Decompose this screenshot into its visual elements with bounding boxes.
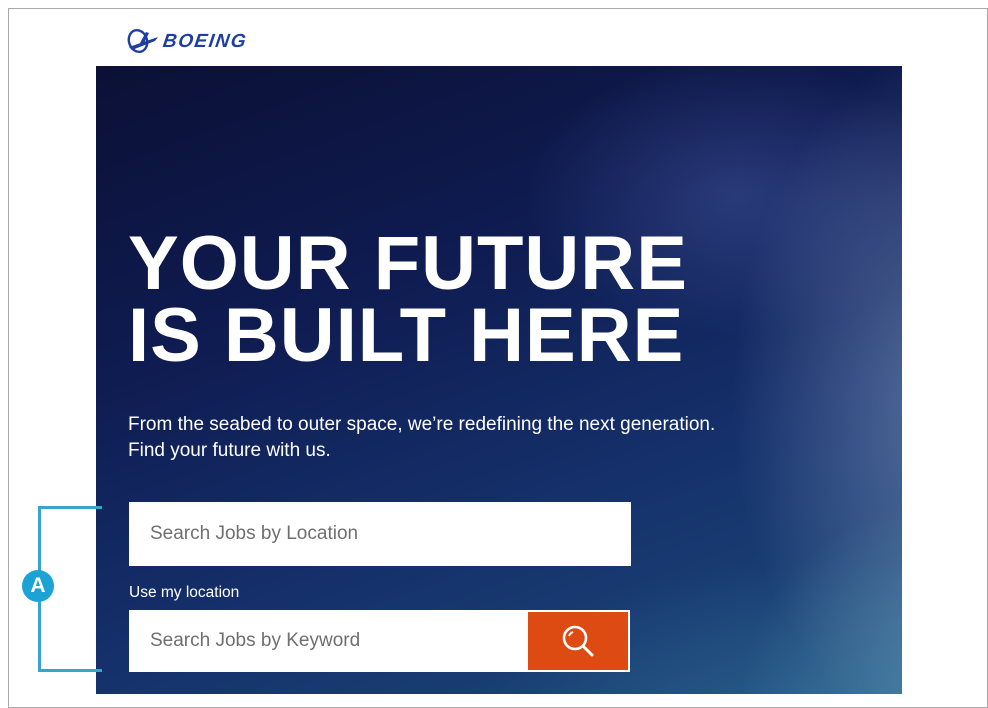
search-button[interactable] bbox=[526, 610, 630, 672]
subtitle-line-1: From the seabed to outer space, we’re re… bbox=[128, 414, 716, 435]
hero-subtitle: From the seabed to outer space, we’re re… bbox=[128, 412, 848, 464]
location-search-input[interactable]: Search Jobs by Location bbox=[129, 502, 631, 566]
hero-banner: YOUR FUTURE IS BUILT HERE From the seabe… bbox=[96, 66, 902, 694]
headline-line-1: YOUR FUTURE bbox=[128, 221, 688, 306]
headline-line-2: IS BUILT HERE bbox=[128, 293, 685, 378]
annotation-badge: A bbox=[22, 570, 54, 602]
keyword-search-input[interactable]: Search Jobs by Keyword bbox=[129, 610, 526, 672]
subtitle-line-2: Find your future with us. bbox=[128, 440, 331, 461]
use-my-location-link[interactable]: Use my location bbox=[129, 584, 239, 602]
hero-headline: YOUR FUTURE IS BUILT HERE bbox=[128, 221, 688, 378]
site-header: BOEING bbox=[96, 9, 902, 66]
boeing-logo[interactable]: BOEING bbox=[126, 25, 249, 57]
search-icon bbox=[562, 625, 594, 657]
boeing-logo-icon bbox=[127, 28, 158, 54]
keyword-placeholder: Search Jobs by Keyword bbox=[150, 630, 361, 651]
location-placeholder: Search Jobs by Location bbox=[150, 523, 359, 544]
brand-name: BOEING bbox=[161, 30, 249, 52]
